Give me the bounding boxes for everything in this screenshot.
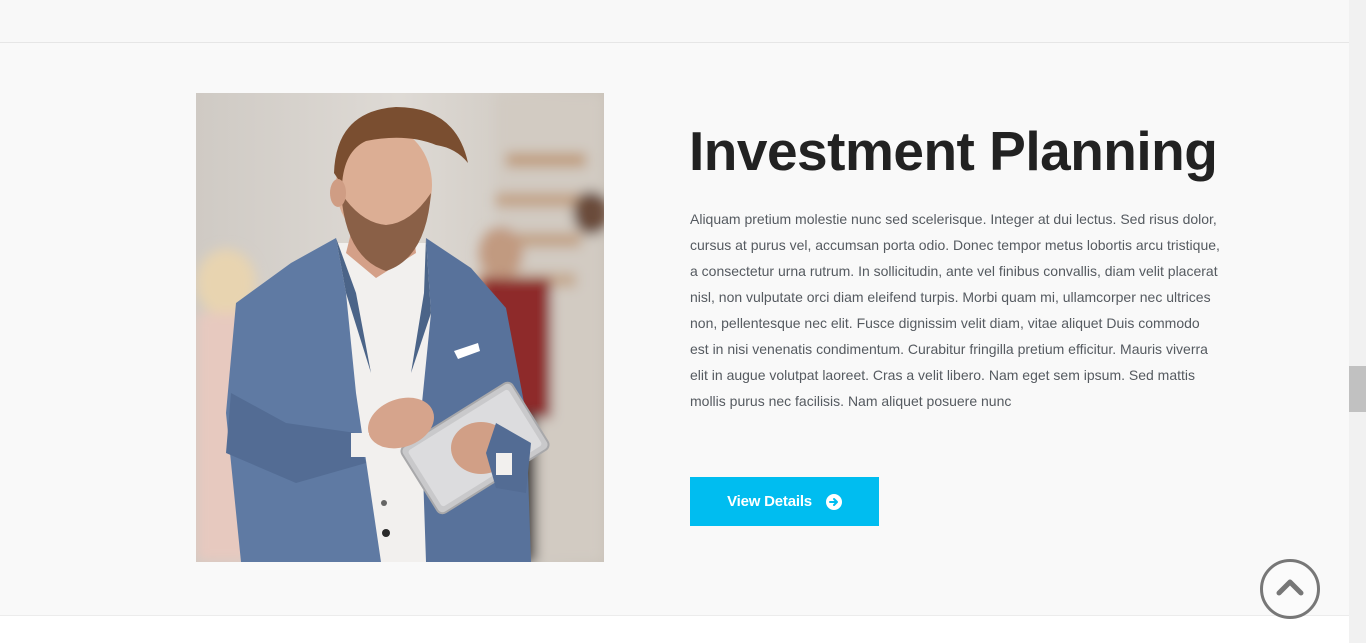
page: Investment Planning Aliquam pretium mole…: [0, 0, 1366, 643]
view-details-button[interactable]: View Details: [690, 477, 879, 526]
page-title: Investment Planning: [689, 120, 1218, 182]
man-with-tablet-photo: [196, 93, 604, 562]
arrow-circle-right-icon: [825, 493, 842, 510]
header-bar: [0, 0, 1349, 43]
section-description: Aliquam pretium molestie nunc sed sceler…: [690, 211, 1220, 409]
next-section: [0, 615, 1349, 643]
chevron-up-icon: [1275, 577, 1305, 601]
scrollbar-thumb[interactable]: [1349, 366, 1366, 412]
scrollbar-track[interactable]: [1349, 0, 1366, 643]
view-details-label: View Details: [727, 493, 812, 510]
back-to-top-button[interactable]: [1260, 559, 1320, 619]
